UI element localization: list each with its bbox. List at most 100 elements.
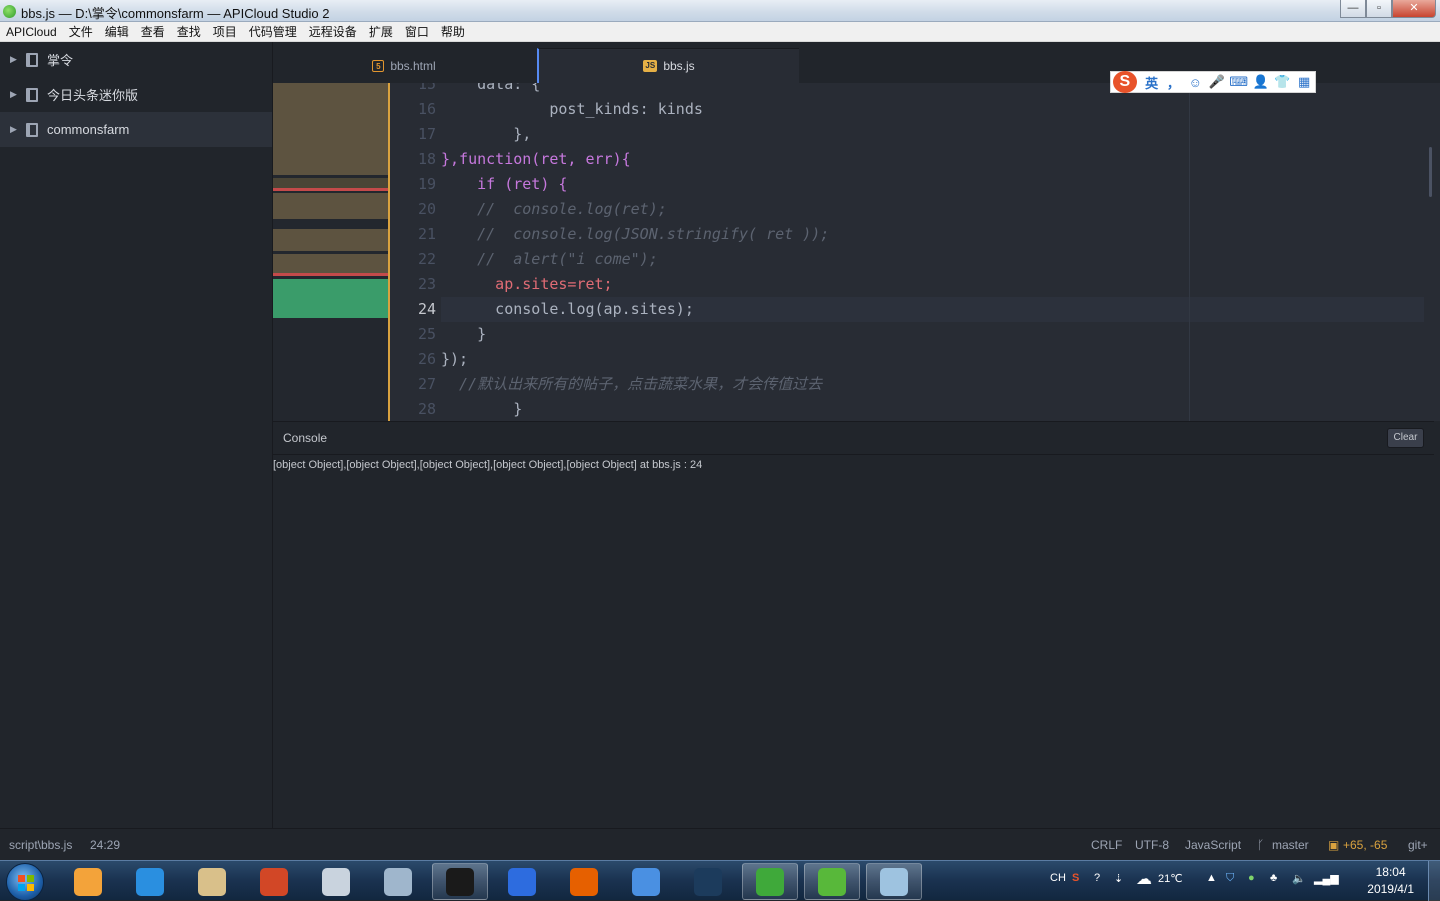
minimap-region — [273, 229, 388, 251]
line-number-gutter: 15 16 17 18 19 20 21 22 23 24 25 26 27 2… — [392, 83, 438, 421]
emoji-icon[interactable]: ☺ — [1184, 75, 1206, 90]
notepad-icon — [880, 867, 908, 896]
taskbar-app-button[interactable] — [60, 863, 116, 900]
status-cursor-position[interactable]: 24:29 — [90, 838, 120, 852]
menu-remote-devices[interactable]: 远程设备 — [303, 22, 363, 42]
chevron-right-icon[interactable]: ▶ — [10, 124, 20, 135]
taskbar-app-button[interactable] — [680, 863, 736, 900]
weather-temperature[interactable]: 21℃ — [1158, 872, 1183, 885]
taskbar-app-button[interactable] — [804, 863, 860, 900]
weather-cloud-icon[interactable]: ☁ — [1136, 869, 1152, 889]
minimize-button[interactable]: — — [1340, 0, 1366, 18]
line-number: 22 — [417, 250, 436, 268]
taskbar-app-button[interactable] — [370, 863, 426, 900]
chevron-right-icon[interactable]: ▶ — [10, 89, 20, 100]
show-desktop-button[interactable] — [1428, 861, 1440, 901]
clock-date: 2019/4/1 — [1367, 882, 1414, 896]
menu-edit[interactable]: 编辑 — [99, 22, 135, 42]
menu-window[interactable]: 窗口 — [399, 22, 435, 42]
help-icon[interactable]: ? — [1094, 872, 1100, 884]
ime-options-icon[interactable]: ⇣ — [1114, 872, 1123, 885]
microphone-icon[interactable]: 🎤 — [1206, 74, 1228, 90]
menu-bar: APICloud 文件 编辑 查看 查找 项目 代码管理 远程设备 扩展 窗口 … — [0, 22, 1440, 42]
taskbar-app-button[interactable] — [122, 863, 178, 900]
wechat-tray-icon[interactable]: ● — [1248, 872, 1255, 884]
status-line-ending[interactable]: CRLF — [1091, 838, 1122, 852]
project-sidebar: ▶ 掌令 ▶ 今日头条迷你版 ▶ commonsfarm — [0, 42, 273, 828]
repo-icon — [26, 87, 38, 102]
close-button[interactable]: ✕ — [1392, 0, 1436, 18]
keyboard-icon[interactable]: ⌨ — [1228, 74, 1250, 90]
tab-bbs-html[interactable]: 5 bbs.html — [273, 48, 535, 83]
status-bar: script\bbs.js 24:29 CRLF UTF-8 JavaScrip… — [0, 828, 1440, 860]
taskbar-app-button[interactable] — [432, 863, 488, 900]
start-button[interactable] — [6, 863, 44, 901]
status-git-branch[interactable]: master — [1272, 838, 1309, 852]
menu-view[interactable]: 查看 — [135, 22, 171, 42]
firefox-icon — [570, 867, 598, 896]
network-signal-icon[interactable]: ▂▄▆ — [1314, 872, 1339, 885]
minimap[interactable] — [273, 83, 390, 421]
window-title: bbs.js — D:\掌令\commonsfarm — APICloud St… — [21, 6, 330, 21]
tab-bbs-js[interactable]: JS bbs.js — [537, 48, 799, 83]
project-item[interactable]: ▶ 今日头条迷你版 — [0, 77, 272, 112]
menu-help[interactable]: 帮助 — [435, 22, 471, 42]
menu-code-management[interactable]: 代码管理 — [243, 22, 303, 42]
taskbar-app-button[interactable] — [246, 863, 302, 900]
punctuation-icon[interactable]: ， — [1163, 73, 1185, 92]
volume-icon[interactable]: 🔈 — [1292, 872, 1306, 885]
project-item[interactable]: ▶ 掌令 — [0, 42, 272, 77]
taskbar-app-button[interactable] — [494, 863, 550, 900]
security-shield-icon[interactable]: ⛉ — [1226, 872, 1234, 885]
window-titlebar: bbs.js — D:\掌令\commonsfarm — APICloud St… — [0, 0, 1440, 22]
minimap-region — [273, 273, 388, 276]
show-hidden-icons-icon[interactable]: ▲ — [1206, 872, 1217, 884]
windows-logo-icon — [18, 875, 34, 891]
internet-explorer-icon — [136, 867, 164, 896]
clock-time: 18:04 — [1375, 865, 1406, 879]
code-editor[interactable]: 15 16 17 18 19 20 21 22 23 24 25 26 27 2… — [273, 83, 1440, 421]
sublime-s-icon — [694, 867, 722, 896]
status-git-plus[interactable]: git+ — [1408, 838, 1428, 852]
menu-file[interactable]: 文件 — [63, 22, 99, 42]
sogou-tray-icon[interactable]: S — [1072, 872, 1079, 884]
sogou-logo-icon[interactable]: S — [1113, 71, 1137, 93]
editor-scrollbar[interactable] — [1429, 147, 1432, 197]
menu-extensions[interactable]: 扩展 — [363, 22, 399, 42]
js-file-icon: JS — [643, 60, 658, 72]
menu-apicloud[interactable]: APICloud — [0, 22, 63, 42]
user-icon[interactable]: 👤 — [1250, 74, 1272, 90]
project-label: commonsfarm — [47, 122, 130, 137]
code-line: if (ret) { — [441, 175, 568, 193]
taskbar-app-button[interactable] — [184, 863, 240, 900]
maximize-button[interactable]: ▫ — [1366, 0, 1392, 18]
language-indicator[interactable]: CH — [1050, 872, 1066, 884]
toolbox-grid-icon[interactable]: ▦ — [1293, 74, 1315, 90]
status-grammar[interactable]: JavaScript — [1185, 838, 1241, 852]
status-file-path[interactable]: script\bbs.js — [9, 838, 72, 852]
taskbar-app-button[interactable] — [866, 863, 922, 900]
menu-find[interactable]: 查找 — [171, 22, 207, 42]
qq-tray-icon[interactable]: ♣ — [1270, 872, 1277, 884]
snipping-tool-icon — [322, 867, 350, 896]
taskbar-app-button[interactable] — [742, 863, 798, 900]
minimap-region — [273, 188, 388, 191]
status-encoding[interactable]: UTF-8 — [1135, 838, 1169, 852]
chevron-right-icon[interactable]: ▶ — [10, 54, 20, 65]
taskbar-app-button[interactable] — [618, 863, 674, 900]
menu-project[interactable]: 项目 — [207, 22, 243, 42]
taskbar-app-button[interactable] — [308, 863, 364, 900]
ime-toolbar[interactable]: S 英 ， ☺ 🎤 ⌨ 👤 👕 ▦ — [1110, 71, 1316, 93]
system-clock[interactable]: 18:04 2019/4/1 — [1367, 864, 1414, 898]
clear-console-button[interactable]: Clear — [1387, 428, 1424, 448]
minimap-visible-region[interactable] — [273, 279, 388, 318]
skin-shirt-icon[interactable]: 👕 — [1271, 74, 1293, 90]
taskbar-app-button[interactable] — [556, 863, 612, 900]
status-git-diff[interactable]: +65, -65 — [1343, 838, 1387, 852]
project-item-selected[interactable]: ▶ commonsfarm — [0, 112, 272, 147]
apicloud-app-icon — [3, 5, 16, 18]
repo-icon — [26, 122, 38, 137]
ime-language-toggle[interactable]: 英 — [1141, 73, 1163, 92]
media-player-icon — [74, 867, 102, 896]
code-lines[interactable]: data: { post_kinds: kinds }, },function(… — [441, 83, 1424, 421]
